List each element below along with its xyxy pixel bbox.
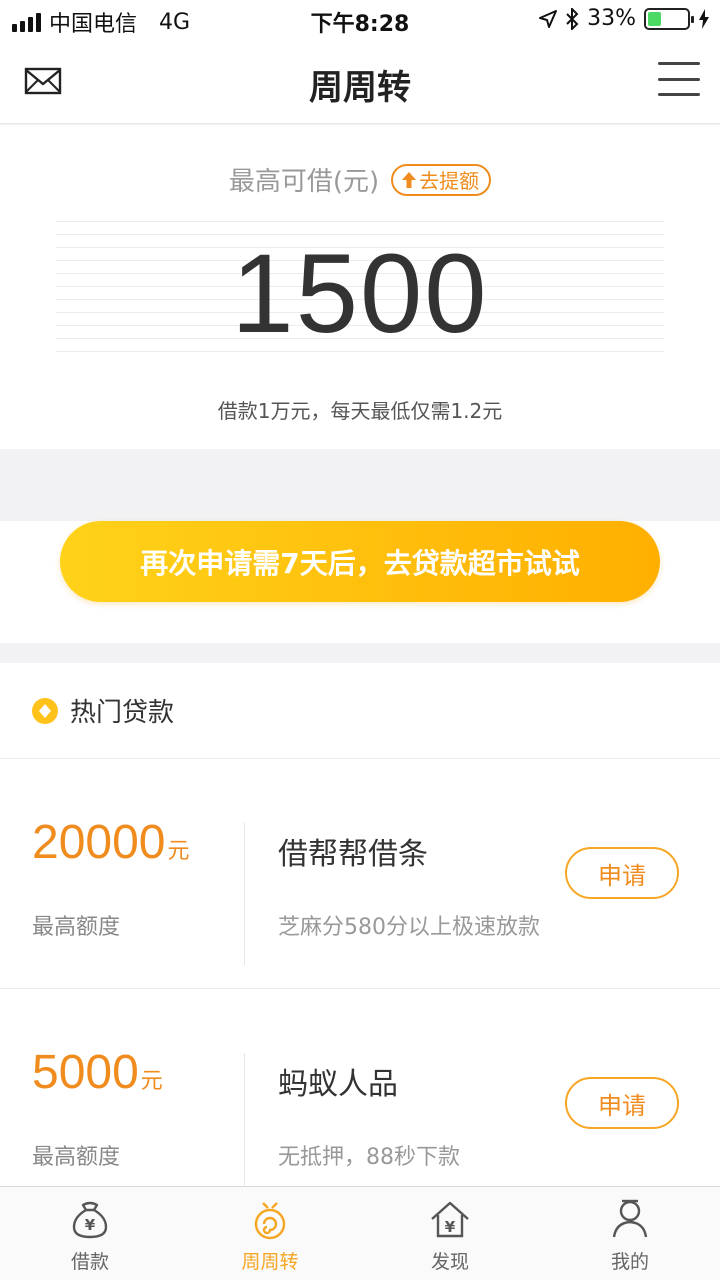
loan-description: 芝麻分580分以上极速放款	[278, 915, 540, 940]
diamond-badge-icon	[32, 697, 58, 724]
tab-bar: ¥ 借款 周周转 ¥ 发现 我的	[0, 1186, 720, 1280]
battery-icon	[644, 7, 694, 30]
tab-turnover[interactable]: 周周转	[180, 1187, 360, 1280]
loan-name: 蚂蚁人品	[278, 1067, 398, 1102]
house-yen-icon: ¥	[431, 1201, 469, 1238]
loan-amount: 5000元	[32, 1045, 163, 1100]
tab-label: 我的	[610, 1251, 649, 1273]
raise-limit-button[interactable]: 去提额	[391, 163, 492, 196]
divider	[244, 823, 245, 965]
hot-loans-title: 热门贷款	[70, 698, 175, 728]
divider	[244, 1053, 245, 1195]
apply-again-button[interactable]: 再次申请需7天后，去贷款超市试试	[60, 521, 660, 602]
loan-item[interactable]: 20000元 最高额度 借帮帮借条 芝麻分580分以上极速放款 申请	[0, 759, 720, 989]
tab-label: 借款	[70, 1251, 109, 1273]
limit-amount: 1500	[231, 231, 489, 356]
apply-section: 再次申请需7天后，去贷款超市试试	[0, 521, 720, 643]
loan-apply-button[interactable]: 申请	[565, 847, 679, 899]
battery-percent: 33%	[587, 6, 636, 31]
arrow-up-icon	[402, 171, 417, 188]
tab-label: 发现	[430, 1251, 469, 1273]
loan-amount: 20000元	[32, 815, 190, 870]
charging-icon	[699, 8, 709, 29]
limit-label: 最高可借(元)	[228, 167, 380, 197]
loan-description: 无抵押，88秒下款	[278, 1145, 460, 1170]
hot-loans-header: 热门贷款	[0, 663, 720, 759]
limit-note: 借款1万元，每天最低仅需1.2元	[217, 399, 503, 423]
status-bar: 中国电信 4G 下午8:28 33%	[0, 0, 720, 40]
status-right: 33%	[539, 6, 710, 31]
loan-amount-label: 最高额度	[32, 915, 121, 940]
loan-item[interactable]: 5000元 最高额度 蚂蚁人品 无抵押，88秒下款 申请	[0, 989, 720, 1219]
loan-amount-value: 20000	[32, 816, 166, 869]
limit-label-row: 最高可借(元) 去提额	[0, 161, 720, 198]
svg-text:¥: ¥	[85, 1216, 96, 1234]
bluetooth-icon	[566, 7, 579, 30]
navbar: 周周转	[0, 40, 720, 124]
loan-amount-unit: 元	[140, 1069, 163, 1094]
person-icon	[612, 1199, 648, 1238]
tab-label: 周周转	[241, 1251, 299, 1273]
loan-name: 借帮帮借条	[278, 837, 428, 872]
loan-apply-button[interactable]: 申请	[565, 1077, 679, 1129]
loan-amount-label: 最高额度	[32, 1145, 121, 1170]
loan-amount-unit: 元	[167, 839, 190, 864]
page-title: 周周转	[309, 68, 411, 108]
svg-text:¥: ¥	[445, 1218, 456, 1236]
menu-icon[interactable]	[658, 62, 700, 96]
raise-limit-label: 去提额	[419, 169, 480, 193]
tab-mine[interactable]: 我的	[540, 1187, 720, 1280]
money-bag-icon: ¥	[72, 1201, 108, 1239]
turnover-icon	[254, 1202, 286, 1240]
tab-borrow[interactable]: ¥ 借款	[0, 1187, 180, 1280]
location-arrow-icon	[539, 9, 558, 28]
tab-discover[interactable]: ¥ 发现	[360, 1187, 540, 1280]
battery-level	[648, 11, 661, 26]
hot-loans-section: 热门贷款 20000元 最高额度 借帮帮借条 芝麻分580分以上极速放款 申请 …	[0, 663, 720, 1219]
loan-amount-value: 5000	[32, 1046, 139, 1099]
credit-limit-card: 最高可借(元) 去提额 1500 借款1万元，每天最低仅需1.2元	[0, 125, 720, 449]
